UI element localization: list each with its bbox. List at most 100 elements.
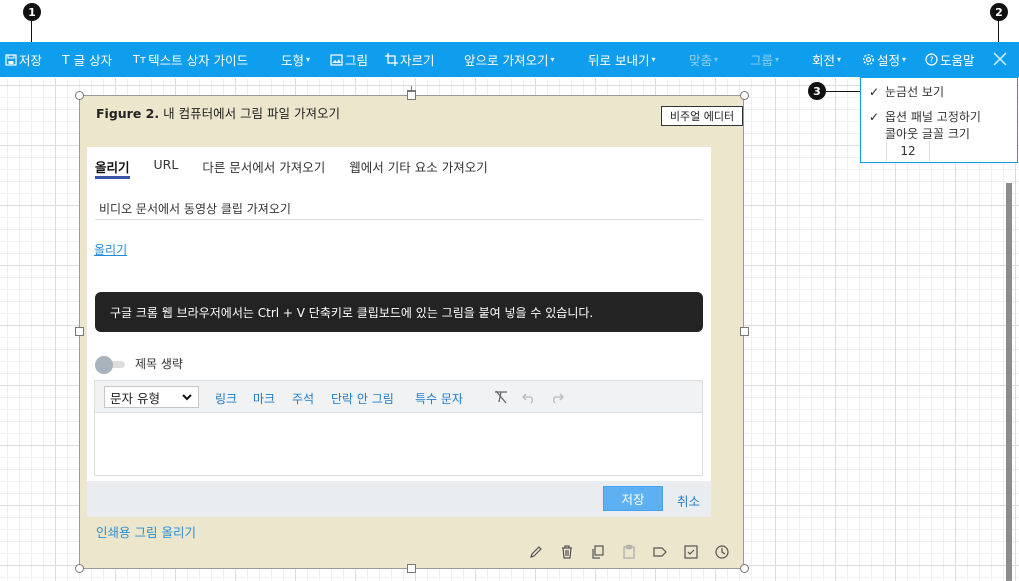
redo-icon[interactable] xyxy=(549,389,565,405)
callout-badge-1: 1 xyxy=(23,3,41,21)
resize-handle-right[interactable] xyxy=(740,327,749,336)
clipboard-tip-text: 구글 크롬 웹 브라우저에서는 Ctrl + V 단축키로 클립보드에 있는 그… xyxy=(110,305,594,320)
checkbox-icon[interactable] xyxy=(683,544,699,560)
mark-button[interactable]: 마크 xyxy=(253,390,275,407)
upload-tabs: 올리기 URL 다른 문서에서 가져오기 웹에서 기타 요소 가져오기 xyxy=(95,157,512,179)
help-tool-label: 도움말 xyxy=(940,53,975,68)
special-char-button[interactable]: 특수 문자 xyxy=(415,390,463,407)
bring-forward-caret-icon: ▾ xyxy=(550,55,555,64)
chevron-down-icon xyxy=(182,394,192,401)
align-caret-icon: ▾ xyxy=(714,55,719,64)
rotate-tool-label: 회전 xyxy=(812,53,836,68)
tag-icon[interactable] xyxy=(652,544,668,560)
omit-caption-label: 제목 생략 xyxy=(135,357,183,371)
shape-caret-icon: ▾ xyxy=(306,55,311,64)
editor-toolbar: 저장 T 글 상자 Tт 텍스트 상자 가이드 도형 ▾ 그림 자르기 앞으로 가… xyxy=(0,42,1019,77)
omit-caption-row: 제목 생략 xyxy=(95,355,183,374)
clipboard-tip: 구글 크롬 웹 브라우저에서는 Ctrl + V 단축키로 클립보드에 있는 그… xyxy=(95,292,703,332)
callout-font-size-label: 콜아웃 글꼴 크기 xyxy=(885,125,970,142)
close-icon[interactable] xyxy=(990,49,1010,69)
callout-badge-3: 3 xyxy=(808,82,826,100)
check-icon: ✓ xyxy=(869,109,880,124)
show-grid-option[interactable]: ✓ 눈금선 보기 xyxy=(869,83,944,100)
clock-icon[interactable] xyxy=(714,544,730,560)
text-guide-icon: Tт xyxy=(133,53,147,66)
rotate-caret-icon: ▾ xyxy=(837,55,842,64)
pin-options-option[interactable]: ✓ 옵션 패널 고정하기 xyxy=(869,108,981,125)
align-tool[interactable]: 맞춤 ▾ xyxy=(689,42,718,77)
show-grid-label: 눈금선 보기 xyxy=(885,85,945,99)
help-tool[interactable]: ? 도움말 xyxy=(925,42,975,77)
format-select[interactable]: 문자 유형 xyxy=(104,386,199,408)
omit-caption-toggle[interactable] xyxy=(95,355,127,374)
align-tool-label: 맞춤 xyxy=(689,53,713,68)
svg-text:?: ? xyxy=(929,56,933,65)
save-tool-label: 저장 xyxy=(19,53,43,68)
crop-tool[interactable]: 자르기 xyxy=(385,42,435,77)
resize-handle-top-left[interactable] xyxy=(75,91,84,100)
print-image-upload-link[interactable]: 인쇄용 그림 올리기 xyxy=(96,522,196,541)
shape-tool[interactable]: 도형 ▾ xyxy=(281,42,310,77)
resize-handle-top[interactable] xyxy=(407,91,416,100)
undo-icon[interactable] xyxy=(521,389,537,405)
group-tool-label: 그룹 xyxy=(750,53,774,68)
callout-badge-2: 2 xyxy=(990,3,1008,21)
text-box-guide-tool[interactable]: Tт 텍스트 상자 가이드 xyxy=(133,42,248,77)
caption-editor: 문자 유형 링크 마크 주석 단락 안 그림 특수 문자 xyxy=(94,380,703,476)
crop-tool-label: 자르기 xyxy=(400,53,435,68)
image-tool[interactable]: 그림 xyxy=(330,42,368,77)
inline-image-button[interactable]: 단락 안 그림 xyxy=(331,390,394,407)
resize-handle-bottom[interactable] xyxy=(407,564,416,573)
tab-web-elements[interactable]: 웹에서 기타 요소 가져오기 xyxy=(349,157,487,179)
pencil-icon[interactable] xyxy=(528,544,544,560)
cancel-button[interactable]: 취소 xyxy=(677,491,700,510)
visual-editor-button[interactable]: 비주얼 에디터 xyxy=(661,106,743,126)
clear-format-icon[interactable] xyxy=(493,389,509,405)
pin-options-label: 옵션 패널 고정하기 xyxy=(885,110,981,124)
group-caret-icon: ▾ xyxy=(775,55,780,64)
resize-handle-bottom-right[interactable] xyxy=(740,564,749,573)
resize-handle-bottom-left[interactable] xyxy=(75,564,84,573)
dialog-footer: 저장 취소 xyxy=(87,481,711,517)
paste-icon[interactable] xyxy=(621,544,637,560)
figure-title-text: 내 컴퓨터에서 그림 파일 가져오기 xyxy=(163,106,341,121)
callout-font-size-input[interactable]: 12 xyxy=(886,141,930,161)
figure-action-bar xyxy=(528,544,745,562)
settings-tool[interactable]: 설정 ▾ xyxy=(862,42,906,77)
bring-forward-tool[interactable]: 앞으로 가져오기 ▾ xyxy=(464,42,555,77)
send-backward-label: 뒤로 보내기 xyxy=(588,53,650,68)
settings-dropdown: ✓ 눈금선 보기 ✓ 옵션 패널 고정하기 콜아웃 글꼴 크기 12 xyxy=(860,77,1018,163)
text-box-tool[interactable]: T 글 상자 xyxy=(62,42,112,77)
text-box-tool-label: 글 상자 xyxy=(73,53,113,68)
note-button[interactable]: 주석 xyxy=(292,390,314,407)
gear-icon xyxy=(862,53,875,66)
save-button[interactable]: 저장 xyxy=(603,486,663,511)
caption-editor-toolbar: 문자 유형 링크 마크 주석 단락 안 그림 특수 문자 xyxy=(95,381,702,413)
send-backward-tool[interactable]: 뒤로 보내기 ▾ xyxy=(588,42,656,77)
save-tool[interactable]: 저장 xyxy=(5,42,42,77)
tab-other-document[interactable]: 다른 문서에서 가져오기 xyxy=(202,157,325,179)
rotate-tool[interactable]: 회전 ▾ xyxy=(812,42,841,77)
image-upload-dialog: 올리기 URL 다른 문서에서 가져오기 웹에서 기타 요소 가져오기 비디오 … xyxy=(87,147,711,517)
trash-icon[interactable] xyxy=(559,544,575,560)
check-icon: ✓ xyxy=(869,84,880,99)
tab-url[interactable]: URL xyxy=(154,157,179,179)
group-tool[interactable]: 그룹 ▾ xyxy=(750,42,779,77)
resize-handle-top-right[interactable] xyxy=(740,91,749,100)
vertical-scrollbar[interactable] xyxy=(1006,183,1012,581)
tab-upload[interactable]: 올리기 xyxy=(95,157,130,179)
upload-link[interactable]: 올리기 xyxy=(94,241,127,258)
figure-label: Figure 2. xyxy=(96,106,160,121)
toggle-knob xyxy=(95,355,113,374)
send-backward-caret-icon: ▾ xyxy=(651,55,656,64)
link-button[interactable]: 링크 xyxy=(215,390,237,407)
text-box-guide-label: 텍스트 상자 가이드 xyxy=(148,53,249,68)
resize-handle-left[interactable] xyxy=(75,327,84,336)
help-icon: ? xyxy=(925,53,938,66)
callout-font-size-text: 콜아웃 글꼴 크기 xyxy=(885,127,970,141)
copy-icon[interactable] xyxy=(590,544,606,560)
figure-panel: Figure 2. 내 컴퓨터에서 그림 파일 가져오기 비주얼 에디터 올리기… xyxy=(80,96,743,568)
text-icon: T xyxy=(62,52,70,67)
bring-forward-label: 앞으로 가져오기 xyxy=(464,53,549,68)
format-select-value: 문자 유형 xyxy=(110,390,160,406)
